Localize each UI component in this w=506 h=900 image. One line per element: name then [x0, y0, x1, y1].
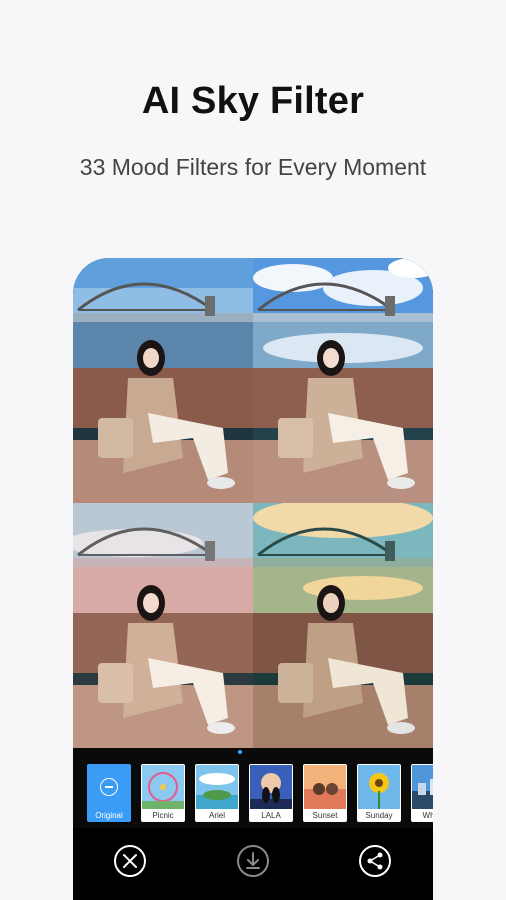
filter-strip: Original Picnic Ariel LALA Sunset Sunday…: [73, 748, 433, 828]
download-button[interactable]: [236, 844, 270, 878]
sunflower-icon: [358, 765, 400, 809]
selection-indicator: [238, 750, 242, 754]
filter-original[interactable]: Original: [87, 764, 131, 822]
page-subtitle: 33 Mood Filters for Every Moment: [79, 154, 427, 180]
filter-sunset[interactable]: Sunset: [303, 764, 347, 822]
filter-label: When: [422, 811, 433, 820]
filter-label: Original: [95, 811, 123, 820]
filter-ariel[interactable]: Ariel: [195, 764, 239, 822]
filter-lala[interactable]: LALA: [249, 764, 293, 822]
island-icon: [196, 765, 238, 809]
photo-pastel-pink: [73, 503, 253, 748]
page-title: AI Sky Filter: [141, 80, 365, 122]
filter-label: Sunset: [312, 811, 338, 820]
filter-when[interactable]: When: [411, 764, 433, 822]
close-icon: [114, 845, 146, 877]
action-bar: [73, 828, 433, 900]
filter-picnic[interactable]: Picnic: [141, 764, 185, 822]
photo-original: [73, 258, 253, 503]
filter-label: Ariel: [208, 811, 225, 820]
filter-label: Picnic: [152, 811, 174, 820]
filter-sunday[interactable]: Sunday: [357, 764, 401, 822]
sunset-people-icon: [304, 765, 346, 809]
photo-grid: [73, 258, 433, 748]
photo-sunset-teal: [253, 503, 433, 748]
photo-cloudy-blue: [253, 258, 433, 503]
ferris-wheel-icon: [142, 765, 184, 809]
filter-label: Sunday: [365, 811, 393, 820]
city-icon: [412, 765, 433, 809]
share-icon: [359, 845, 391, 877]
minus-circle-icon: [100, 778, 118, 796]
download-icon: [237, 845, 269, 877]
filter-label: LALA: [261, 811, 281, 820]
close-button[interactable]: [113, 844, 147, 878]
filter-list: Original Picnic Ariel LALA Sunset Sunday…: [87, 764, 433, 822]
couple-silhouette-icon: [250, 765, 292, 809]
phone-preview: Original Picnic Ariel LALA Sunset Sunday…: [73, 258, 433, 900]
share-button[interactable]: [358, 844, 392, 878]
